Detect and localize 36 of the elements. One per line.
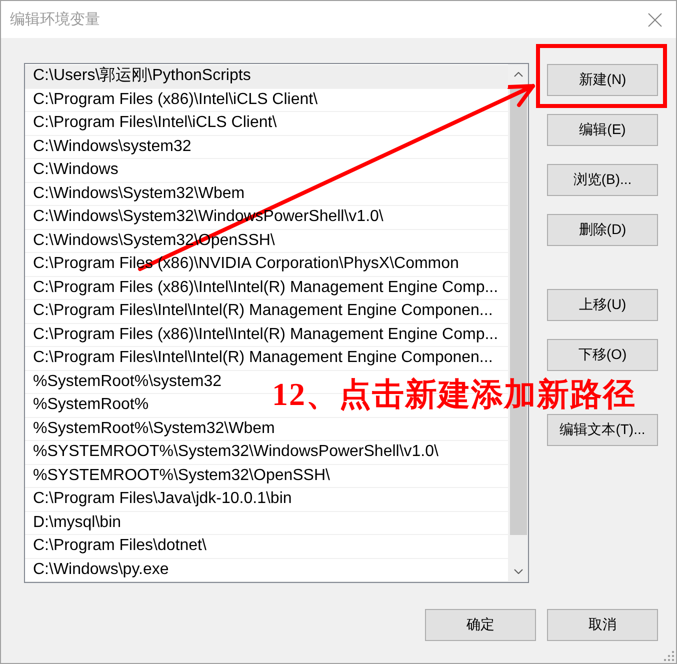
side-button[interactable]: 新建(N)	[547, 64, 658, 96]
window-title: 编辑环境变量	[10, 10, 100, 29]
path-item[interactable]: C:\Program Files (x86)\Intel\Intel(R) Management Engine Comp...	[25, 324, 502, 346]
path-item[interactable]: %SystemRoot%	[25, 394, 153, 416]
path-item[interactable]: C:\Program Files\Intel\iCLS Client\	[25, 112, 281, 134]
path-item[interactable]: C:\Program Files (x86)\NVIDIA Corporation\PhysX\Common	[25, 253, 463, 276]
path-item[interactable]: C:\Program Files (x86)\Intel\Intel(R) Management Engine Comp...	[25, 276, 502, 299]
path-item[interactable]: C:\Program Files\Java\jdk-10.0.1\bin	[25, 488, 296, 510]
path-item[interactable]: C:\Users\郭运刚\PythonScripts	[25, 65, 508, 88]
chevron-up-icon[interactable]	[514, 72, 522, 77]
annotation-text: 12、点击新建添加新路径	[272, 377, 636, 412]
path-item[interactable]: C:\Windows\System32\Wbem	[25, 182, 249, 205]
side-button[interactable]: 删除(D)	[547, 214, 658, 246]
path-item[interactable]: %SystemRoot%\system32	[25, 370, 226, 393]
path-item[interactable]: %SYSTEMROOT%\System32\OpenSSH\	[25, 464, 334, 487]
chevron-down-icon[interactable]	[514, 569, 522, 574]
path-item[interactable]: C:\Program Files\Intel\Intel(R) Management Engine Componen...	[25, 300, 497, 322]
side-button[interactable]: 下移(O)	[547, 339, 658, 371]
path-item[interactable]: %SYSTEMROOT%\System32\WindowsPowerShell\v1.0\	[25, 441, 442, 464]
side-button[interactable]: 编辑(E)	[547, 114, 658, 146]
close-button[interactable]	[648, 12, 662, 26]
path-item[interactable]: C:\Windows\system32	[25, 136, 196, 158]
dialog-button[interactable]: 确定	[425, 609, 536, 641]
side-button[interactable]: 上移(U)	[547, 289, 658, 321]
path-item[interactable]: C:\Windows\py.exe	[25, 558, 173, 581]
side-button[interactable]: 编辑文本(T)...	[547, 414, 658, 446]
side-button[interactable]: 浏览(B)...	[547, 164, 658, 196]
path-item[interactable]: D:\mysql\bin	[25, 512, 126, 534]
path-item[interactable]: C:\Windows	[25, 159, 122, 182]
path-item[interactable]: %SystemRoot%\System32\Wbem	[25, 418, 279, 440]
path-item[interactable]: C:\Program Files\dotnet\	[25, 535, 210, 558]
dialog-button[interactable]: 取消	[547, 609, 658, 641]
path-item[interactable]: C:\Program Files\Intel\Intel(R) Management Engine Componen...	[25, 347, 497, 370]
path-item[interactable]: C:\Program Files (x86)\Intel\iCLS Client\	[25, 88, 322, 111]
close-icon	[648, 12, 662, 26]
resize-grip-icon[interactable]	[664, 651, 674, 661]
